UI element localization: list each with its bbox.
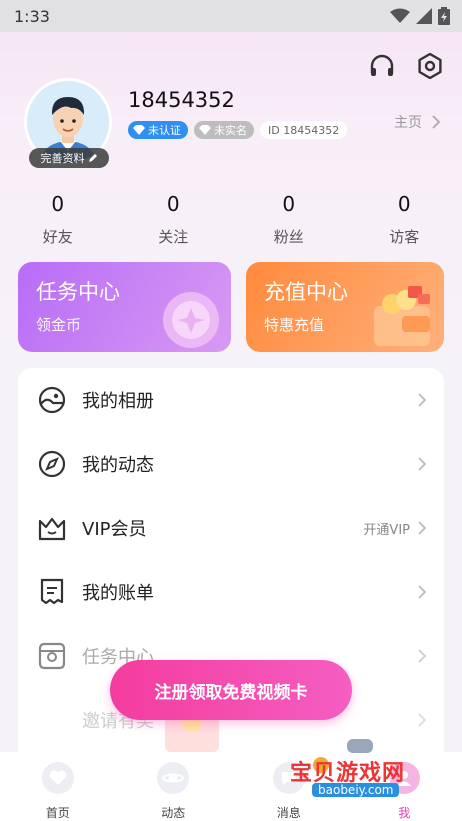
nav-label: 动态 — [161, 806, 186, 820]
invite-icon — [36, 704, 68, 736]
nav-item-moments[interactable]: 动态 — [116, 752, 232, 821]
stat-value: 0 — [397, 192, 411, 216]
compass-icon — [36, 448, 68, 480]
diamond-icon — [133, 125, 145, 135]
headset-icon[interactable] — [368, 52, 396, 80]
settings-icon[interactable] — [416, 52, 444, 80]
status-bar: 1:33 — [0, 0, 462, 32]
edit-profile-button[interactable]: 完善资料 — [29, 148, 109, 168]
recharge-center-card[interactable]: 充值中心 特惠充值 — [246, 262, 444, 352]
album-icon — [36, 384, 68, 416]
stats-row: 0 好友 0 关注 0 粉丝 0 访客 — [0, 192, 462, 247]
verify-badge[interactable]: 未认证 — [128, 121, 188, 139]
chevron-right-icon — [418, 649, 426, 663]
menu-item-moments[interactable]: 我的动态 — [18, 432, 444, 496]
id-badge: ID 18454352 — [260, 121, 348, 139]
chevron-right-icon — [418, 521, 426, 535]
status-time: 1:33 — [14, 6, 50, 26]
nav-label: 首页 — [45, 806, 70, 820]
menu-label: 我的动态 — [82, 455, 154, 476]
planet-icon — [157, 762, 190, 794]
chevron-right-icon — [418, 585, 426, 599]
homepage-link[interactable]: 主页 — [394, 112, 440, 132]
badges: 未认证 未实名 ID 18454352 — [128, 121, 348, 139]
bill-icon — [36, 576, 68, 608]
top-actions — [368, 52, 444, 80]
coin-icon — [163, 292, 219, 348]
stat-fans[interactable]: 0 粉丝 — [231, 192, 347, 247]
stat-label: 粉丝 — [273, 228, 304, 246]
chevron-right-icon — [418, 457, 426, 471]
menu-label: VIP会员 — [82, 519, 147, 540]
username: 18454352 — [128, 88, 235, 112]
stat-value: 0 — [282, 192, 296, 216]
signal-icon — [416, 8, 432, 24]
nav-item-home[interactable]: 首页 — [0, 752, 116, 821]
status-icons — [390, 7, 450, 25]
realname-badge-label: 未实名 — [214, 124, 247, 137]
stat-label: 好友 — [42, 228, 73, 246]
crown-icon — [36, 512, 68, 544]
battery-icon — [438, 7, 450, 25]
stat-friends[interactable]: 0 好友 — [0, 192, 116, 247]
open-vip-label: 开通VIP — [363, 522, 410, 538]
stat-label: 关注 — [158, 228, 189, 246]
menu-label: 我的账单 — [82, 583, 154, 604]
chevron-right-icon — [418, 393, 426, 407]
nav-label: 我 — [398, 806, 411, 820]
avatar-container[interactable]: 完善资料 — [24, 78, 112, 168]
menu-item-vip[interactable]: VIP会员 开通VIP — [18, 496, 444, 560]
stat-value: 0 — [51, 192, 65, 216]
register-free-card-button[interactable]: 注册领取免费视频卡 — [110, 660, 352, 720]
edit-profile-label: 完善资料 — [40, 152, 85, 165]
chevron-right-icon — [432, 115, 440, 129]
wifi-icon — [390, 8, 410, 23]
task-icon — [36, 640, 68, 672]
stat-visitors[interactable]: 0 访客 — [347, 192, 462, 247]
chevron-right-icon — [418, 713, 426, 727]
stat-value: 0 — [166, 192, 180, 216]
homepage-label: 主页 — [394, 115, 422, 131]
nav-label: 消息 — [276, 806, 301, 820]
verify-badge-label: 未认证 — [148, 124, 181, 137]
task-center-card[interactable]: 任务中心 领金币 — [18, 262, 231, 352]
menu-label: 我的相册 — [82, 391, 154, 412]
pencil-icon — [88, 154, 97, 162]
realname-badge[interactable]: 未实名 — [194, 121, 254, 139]
menu-item-album[interactable]: 我的相册 — [18, 368, 444, 432]
stat-label: 访客 — [389, 228, 420, 246]
diamond-icon — [199, 125, 211, 135]
watermark-url: baobeiy.com — [312, 783, 400, 797]
wallet-icon — [374, 286, 430, 346]
stat-following[interactable]: 0 关注 — [116, 192, 232, 247]
home-heart-icon — [41, 762, 74, 794]
menu-item-bill[interactable]: 我的账单 — [18, 560, 444, 624]
